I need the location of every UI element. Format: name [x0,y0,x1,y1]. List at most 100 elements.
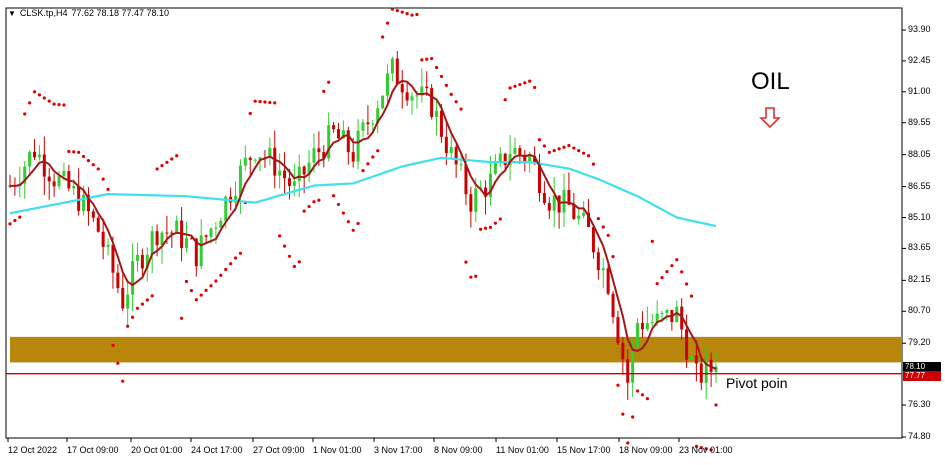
x-tick-label: 11 Nov 01:00 [496,445,549,455]
sar-dot [47,99,51,103]
sar-dot [194,298,198,302]
candle-body [562,189,566,213]
x-tick-label: 3 Nov 17:00 [374,445,423,455]
candle-body [665,310,669,313]
sar-dot [199,293,203,297]
candle-body [528,155,532,162]
sar-dot [650,239,654,243]
candle-body [185,238,188,249]
sar-dot [640,393,645,397]
y-tick-label: 74.80 [908,431,931,441]
candle-body [395,58,399,85]
sar-dot [150,294,154,298]
sar-dot [106,187,110,191]
candle-body [439,110,443,137]
sar-dot [42,96,46,100]
y-tick-label: 91.00 [908,85,931,96]
sar-dot [582,151,586,155]
x-tick-label: 1 Nov 01:00 [313,445,362,455]
candle-body [140,254,144,269]
candle-body [332,125,336,130]
sar-dot [439,74,444,79]
y-tick-label: 93.90 [908,24,931,34]
sar-dot [395,9,399,13]
x-tick-label: 15 Nov 17:00 [557,445,611,455]
sar-dot [621,412,625,416]
sar-dot [214,279,218,283]
sar-dot [567,143,571,148]
x-tick-label: 8 Nov 09:00 [434,445,483,455]
sar-dot [356,221,360,226]
candle-body [444,136,448,154]
sar-dot [528,79,532,83]
candle-body [415,95,419,97]
sar-dot [714,403,718,407]
sar-dot [508,86,512,90]
sar-dot [111,343,115,347]
triangle-down-icon[interactable]: ▼ [8,9,16,18]
sar-dot [28,101,32,105]
sar-dot [52,102,56,106]
candle-body [557,195,561,213]
candle-body [155,231,159,246]
sar-dot [572,146,576,150]
candle [430,84,434,120]
sar-dot [483,226,488,230]
candle-body [47,176,51,182]
sar-dot [292,264,296,269]
candle-body [631,346,635,383]
annotation-title: OIL [751,68,790,95]
sar-dot [675,258,679,262]
candle-body [685,329,689,360]
candle-body [552,195,556,211]
sar-dot [434,65,439,70]
candle-body [611,293,615,318]
sar-dot [454,100,458,104]
candle-body [616,317,620,344]
sar-dot [425,57,429,61]
sar-dot [351,228,355,232]
candle [96,216,100,233]
candle-body [601,268,605,271]
pivot-annotation: Pivot poin [726,375,788,391]
sar-dot [263,100,267,104]
sar-dot [488,225,493,229]
candle-body [312,148,316,163]
candle-body [503,153,507,165]
sar-dot [645,397,649,401]
y-tick-label: 83.65 [908,242,931,253]
sar-dot [121,379,125,383]
candle-body [111,244,115,273]
candle-body [317,148,321,153]
sar-dot [96,167,100,171]
sar-dot [248,111,252,116]
sar-dot [611,255,615,259]
y-tick-label: 79.20 [908,337,931,348]
y-tick-label: 86.55 [908,180,931,191]
candle-body [645,323,649,330]
sar-dot [498,217,502,221]
sar-dot [562,145,566,149]
sar-dot [665,270,669,274]
sar-dot [278,234,282,238]
candle-body [72,185,76,189]
candle-body [52,181,56,187]
sar-dot [273,101,277,105]
sar-dot [170,157,174,161]
candle-body [273,147,277,176]
sar-dot [135,306,140,310]
candle-body [121,288,125,309]
candle-body [57,176,61,187]
candle-body [493,162,497,174]
sar-dot [542,144,547,148]
y-tick-label: 89.55 [908,116,931,127]
candle-body [694,355,698,364]
sar-dot [184,279,189,284]
sar-dot [655,281,659,286]
candle-body [165,232,169,234]
sar-dot [449,92,453,96]
candle-body [287,178,291,186]
sar-dot [341,211,345,215]
sar-dot [606,233,610,238]
sar-dot [204,288,208,292]
